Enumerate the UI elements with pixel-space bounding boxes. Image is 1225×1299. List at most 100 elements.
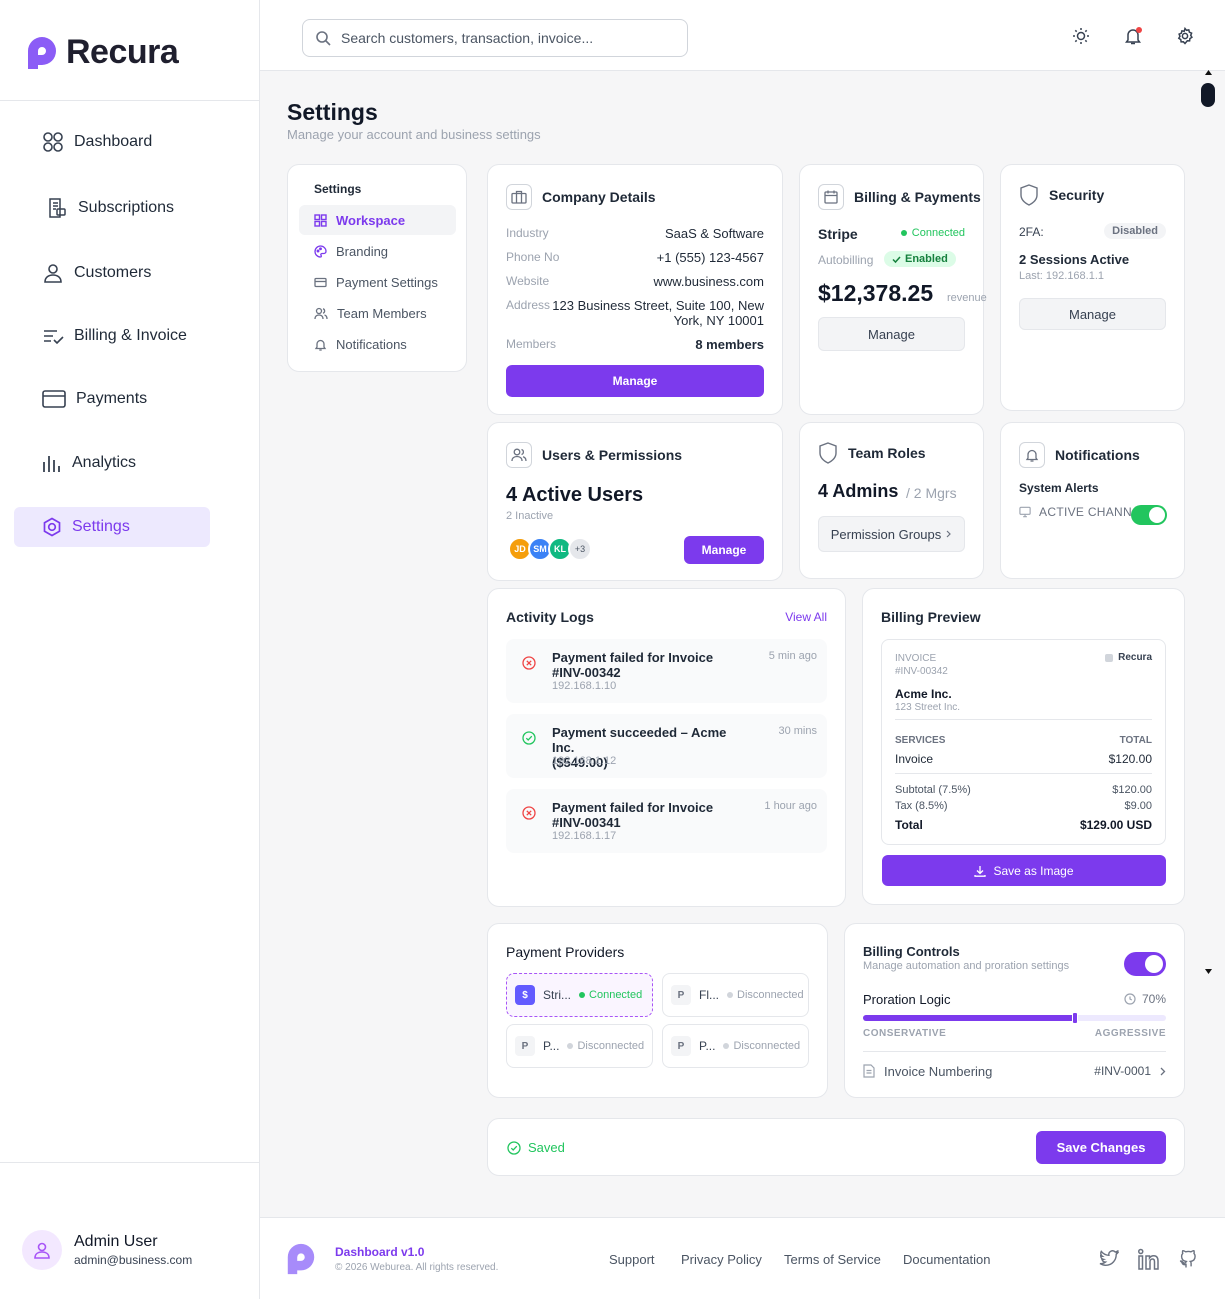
status-dot <box>900 230 907 236</box>
sidebar-item-dashboard[interactable]: Dashboard <box>14 122 210 162</box>
save-changes-button[interactable]: Save Changes <box>1036 1131 1166 1164</box>
permission-groups-button[interactable]: Permission Groups <box>818 516 965 552</box>
sidebar-item-subscriptions[interactable]: Subscriptions <box>14 188 210 228</box>
sidebar-item-settings[interactable]: Settings <box>14 507 210 547</box>
sidebar-item-customers[interactable]: Customers <box>14 253 210 293</box>
log-title-line1: Payment failed for Invoice <box>552 800 714 815</box>
total-header: TOTAL <box>1119 735 1152 746</box>
provider-item[interactable]: P P... Disconnected <box>662 1024 809 1068</box>
tax-value: $9.00 <box>1124 800 1152 812</box>
manage-billing-button[interactable]: Manage <box>818 317 965 351</box>
scroll-down-arrow-icon[interactable] <box>1205 969 1212 974</box>
automation-toggle[interactable] <box>1124 952 1166 976</box>
card-title: Billing Controls <box>863 944 960 959</box>
services-header: SERVICES <box>895 735 946 746</box>
settings-tab-workspace[interactable]: Workspace <box>299 205 456 235</box>
phone-label: Phone No <box>506 250 560 264</box>
website-value: www.business.com <box>653 274 764 289</box>
users-icon <box>506 442 532 468</box>
members-label: Members <box>506 337 557 351</box>
user-profile[interactable]: Admin User admin@business.com <box>22 1230 192 1270</box>
log-title-line2: #INV-00342 <box>552 665 621 680</box>
error-circle-icon <box>522 806 536 820</box>
sidebar-item-payments[interactable]: Payments <box>14 379 210 419</box>
notifications-card: Notifications System Alerts ACTIVE CHANN <box>1000 422 1185 579</box>
manage-company-button[interactable]: Manage <box>506 365 764 397</box>
settings-tab-team-members[interactable]: Team Members <box>299 298 456 328</box>
monitor-icon <box>1019 506 1031 518</box>
settings-tab-label: Workspace <box>336 212 406 228</box>
document-icon <box>863 1064 875 1078</box>
slider-max-label: AGGRESSIVE <box>1094 1028 1166 1039</box>
proration-label: Proration Logic <box>863 992 951 1007</box>
activity-log-item[interactable]: Payment succeeded – Acme Inc. ($549.00) 1… <box>506 714 827 778</box>
slider-handle[interactable] <box>1072 1012 1079 1024</box>
provider-item[interactable]: P P... Disconnected <box>506 1024 653 1068</box>
palette-icon <box>314 244 327 258</box>
status-dot <box>727 992 733 998</box>
github-icon[interactable] <box>1179 1248 1199 1269</box>
brand-text: Recura <box>1118 652 1152 663</box>
twofa-badge: Disabled <box>1104 223 1166 239</box>
search-input[interactable] <box>341 30 661 46</box>
sidebar-item-analytics[interactable]: Analytics <box>14 443 210 483</box>
provider-stripe[interactable]: $ Stri... Connected <box>506 973 653 1017</box>
log-title: Payment failed for Invoice #INV-00341 <box>552 800 752 830</box>
linkedin-icon[interactable] <box>1137 1248 1161 1270</box>
avatar-stack: JD SM KL +3 <box>508 537 598 563</box>
check-circle-icon <box>507 1140 521 1155</box>
scroll-up-arrow-icon[interactable] <box>1205 70 1212 75</box>
save-bar: Saved Save Changes <box>487 1118 1185 1176</box>
notifications-button[interactable] <box>1124 27 1142 45</box>
card-title: Notifications <box>1055 447 1140 463</box>
invoice-numbering-row[interactable]: Invoice Numbering #INV-0001 <box>863 1060 1166 1082</box>
page-title: Settings <box>287 99 378 125</box>
log-ip: 192.168.1.10 <box>552 680 617 692</box>
download-icon <box>974 865 987 877</box>
settings-tab-branding[interactable]: Branding <box>299 236 456 266</box>
settings-tab-label: Team Members <box>337 305 427 321</box>
payment-providers-card: Payment Providers $ Stri... Connected P … <box>487 923 828 1098</box>
footer-link-docs[interactable]: Documentation <box>903 1252 990 1267</box>
toggle-knob <box>1149 507 1165 523</box>
sidebar-item-label: Analytics <box>72 454 137 471</box>
address-line2: York, NY 10001 <box>673 313 764 328</box>
save-as-image-label: Save as Image <box>993 863 1074 878</box>
save-as-image-button[interactable]: Save as Image <box>882 855 1166 886</box>
industry-value: SaaS & Software <box>665 226 764 241</box>
sidebar-item-label: Dashboard <box>74 133 153 150</box>
twitter-icon[interactable] <box>1099 1250 1119 1268</box>
sun-icon[interactable] <box>1072 27 1090 45</box>
provider-item[interactable]: P Fl... Disconnected <box>662 973 809 1017</box>
user-email: admin@business.com <box>74 1253 193 1267</box>
phone-value: +1 (555) 123-4567 <box>656 250 764 265</box>
footer-link-support[interactable]: Support <box>609 1252 655 1267</box>
gear-icon[interactable] <box>1176 27 1194 45</box>
settings-tab-payment-settings[interactable]: Payment Settings <box>299 267 456 297</box>
settings-tab-notifications[interactable]: Notifications <box>299 329 456 359</box>
shield-icon <box>819 442 837 464</box>
line-item-amount: $120.00 <box>1108 752 1152 766</box>
permission-groups-label: Permission Groups <box>830 526 942 542</box>
proration-value-text: 70% <box>1141 992 1166 1006</box>
users-permissions-card: Users & Permissions 4 Active Users 2 Ina… <box>487 422 783 581</box>
scrollbar-thumb[interactable] <box>1201 83 1215 107</box>
sidebar-item-billing[interactable]: Billing & Invoice <box>14 316 210 356</box>
footer-link-terms[interactable]: Terms of Service <box>784 1252 881 1267</box>
footer-link-privacy[interactable]: Privacy Policy <box>681 1252 762 1267</box>
manage-users-button[interactable]: Manage <box>684 536 764 564</box>
inactive-users: 2 Inactive <box>506 510 554 522</box>
card-title: Payment Providers <box>506 944 625 960</box>
view-all-link[interactable]: View All <box>785 610 827 624</box>
card-title: Users & Permissions <box>542 447 683 463</box>
notification-badge <box>1136 27 1142 33</box>
activity-log-item[interactable]: Payment failed for Invoice #INV-00341 192… <box>506 789 827 853</box>
search-bar[interactable] <box>302 19 688 57</box>
system-alerts-toggle[interactable] <box>1131 505 1167 525</box>
proration-slider[interactable] <box>863 1012 1166 1024</box>
activity-log-item[interactable]: Payment failed for Invoice #INV-00342 192… <box>506 639 827 703</box>
brand-logo[interactable]: Recura <box>24 33 179 72</box>
search-icon <box>316 31 331 46</box>
invoice-numbering-label: Invoice Numbering <box>884 1063 993 1079</box>
manage-security-button[interactable]: Manage <box>1019 298 1166 330</box>
